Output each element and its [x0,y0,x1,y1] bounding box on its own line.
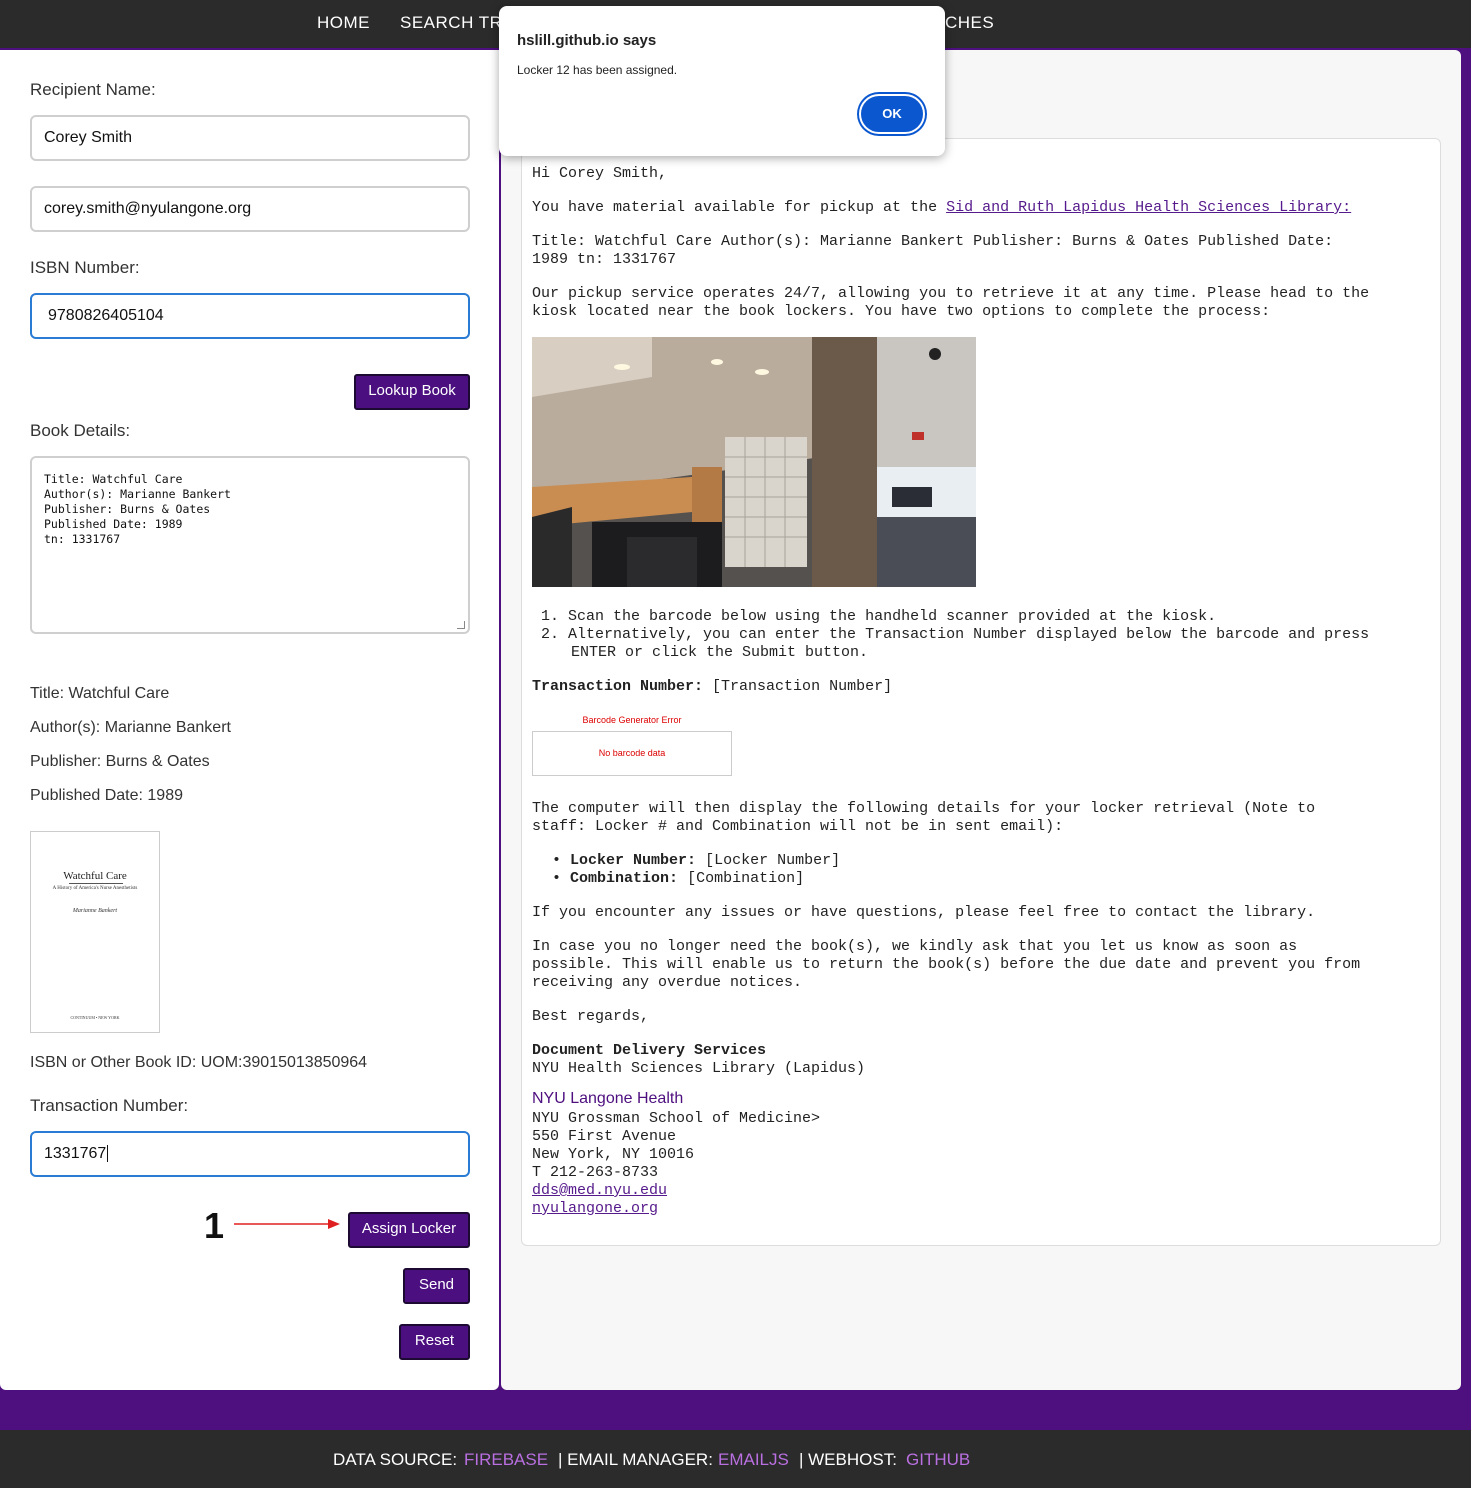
email-issues: If you encounter any issues or have ques… [532,904,1316,921]
locker-number-value: [Locker Number] [705,852,841,869]
email-greeting: Hi Corey Smith, [532,165,668,182]
email-computer-line2: staff: Locker # and Combination will not… [532,818,1064,835]
email-intro-text: You have material available for pickup a… [532,199,947,216]
annotation-step-number: 1 [204,1205,225,1246]
annotation-arrow-icon [234,1219,340,1229]
signature-brand: NYU Langone Health [532,1090,684,1107]
combination-label: Combination: [570,870,679,887]
recipient-name-label: Recipient Name: [30,80,156,99]
instruction-step-1: 1. Scan the barcode below using the hand… [532,608,1432,626]
signature-library: NYU Health Sciences Library (Lapidus) [532,1060,866,1077]
assign-locker-button[interactable]: Assign Locker [348,1212,470,1248]
email-case-line2: possible. This will enable us to return … [532,956,1361,973]
barcode-error-title: Barcode Generator Error [582,715,682,725]
transaction-number-input[interactable]: 1331767 [30,1131,470,1177]
book-id: ISBN or Other Book ID: UOM:3901501385096… [30,1054,368,1071]
locker-number-item: • Locker Number: [Locker Number] [552,852,840,870]
email-book-line2: 1989 tn: 1331767 [532,251,677,268]
dialog-title: hslill.github.io says [517,32,657,49]
step-2-text: Alternatively, you can enter the Transac… [568,626,1370,643]
recipient-email-input[interactable]: corey.smith@nyulangone.org [30,186,470,232]
book-cover-image: Watchful Care A History of America's Nur… [30,831,160,1033]
signature-web-link[interactable]: nyulangone.org [532,1200,658,1217]
email-regards: Best regards, [532,1008,650,1025]
book-publisher: Publisher: Burns & Oates [30,753,210,770]
transaction-number-label: Transaction Number: [30,1096,189,1115]
footer-github-link[interactable]: GITHUB [906,1450,970,1470]
email-case-line3: receiving any overdue notices. [532,974,803,991]
locker-number-label: Locker Number: [570,852,697,869]
cover-title: Watchful Care [63,870,127,882]
cover-subtitle: A History of America's Nurse Anesthetist… [52,886,138,891]
lookup-book-button[interactable]: Lookup Book [354,374,470,410]
locker-room-photo [532,337,976,587]
send-button[interactable]: Send [403,1268,470,1304]
email-book-line1: Title: Watchful Care Author(s): Marianne… [532,233,1334,250]
barcode-box: No barcode data [532,731,732,776]
signature-email-link[interactable]: dds@med.nyu.edu [532,1182,667,1199]
combination-item: • Combination: [Combination] [552,870,804,888]
bullet-icon: • [552,852,571,869]
book-published-date: Published Date: 1989 [30,787,183,804]
book-details-text: Title: Watchful Care Author(s): Marianne… [44,472,231,546]
email-transaction-value: [Transaction Number] [712,678,893,695]
email-intro: You have material available for pickup a… [532,199,1351,217]
barcode-error-message: No barcode data [598,748,666,758]
signature-department: Document Delivery Services [532,1042,766,1060]
isbn-input[interactable]: 9780826405104 [30,293,470,339]
signature-department-text: Document Delivery Services [532,1042,767,1059]
bullet-icon: • [552,870,571,887]
isbn-label: ISBN Number: [30,258,140,277]
signature-address: 550 First Avenue [532,1128,677,1145]
dialog-message: Locker 12 has been assigned. [517,63,678,77]
email-case-line1: In case you no longer need the book(s), … [532,938,1298,955]
nav-search[interactable]: SEARCH TR [400,13,502,33]
email-service-line1: Our pickup service operates 24/7, allowi… [532,285,1370,302]
resize-handle[interactable] [457,621,465,629]
footer: DATA SOURCE: FIREBASE | EMAIL MANAGER: E… [0,1430,1471,1488]
alert-dialog: hslill.github.io says Locker 12 has been… [499,6,945,156]
instruction-step-2-cont: ENTER or click the Submit button. [571,644,869,661]
email-transaction-label: Transaction Number: [532,678,704,695]
step-1-text: Scan the barcode below using the handhel… [568,608,1217,625]
book-title: Title: Watchful Care [30,685,170,702]
library-link[interactable]: Sid and Ruth Lapidus Health Sciences Lib… [946,199,1351,216]
transaction-number-value: 1331767 [44,1145,107,1162]
footer-webhost-label: | WEBHOST: [799,1450,897,1469]
signature-phone: T 212-263-8733 [532,1164,659,1181]
cover-author: Marianne Bankert [72,908,118,914]
dialog-ok-button[interactable]: OK [859,94,925,134]
signature-city: New York, NY 10016 [532,1146,695,1163]
book-details-label: Book Details: [30,421,131,440]
footer-emailjs-link[interactable]: EMAILJS [718,1450,789,1470]
signature-school: NYU Grossman School of Medicine> [532,1110,821,1127]
combination-value: [Combination] [687,870,805,887]
book-details-textarea[interactable]: Title: Watchful Care Author(s): Marianne… [30,456,470,634]
signature-email: dds@med.nyu.edu [532,1182,667,1200]
nav-searches[interactable]: CHES [945,13,994,33]
step-1-number: 1. [532,608,569,625]
footer-email-manager-label: | EMAIL MANAGER: [558,1450,713,1469]
instruction-step-2: 2. Alternatively, you can enter the Tran… [532,626,1432,644]
reset-button[interactable]: Reset [399,1324,470,1360]
cover-publisher: CONTINUUM • NEW YORK [70,1015,120,1020]
footer-data-source-label: DATA SOURCE: [333,1450,458,1469]
email-transaction-line: Transaction Number: [Transaction Number] [532,678,892,696]
book-authors: Author(s): Marianne Bankert [30,719,231,736]
step-2-number: 2. [532,626,569,643]
email-service-line2: kiosk located near the book lockers. You… [532,303,1271,320]
text-caret [107,1145,113,1162]
recipient-name-input[interactable]: Corey Smith [30,115,470,161]
nav-home[interactable]: HOME [317,13,370,33]
cover-rule [69,883,123,884]
signature-web: nyulangone.org [532,1200,658,1218]
email-computer-line1: The computer will then display the follo… [532,800,1316,817]
footer-firebase-link[interactable]: FIREBASE [464,1450,548,1470]
